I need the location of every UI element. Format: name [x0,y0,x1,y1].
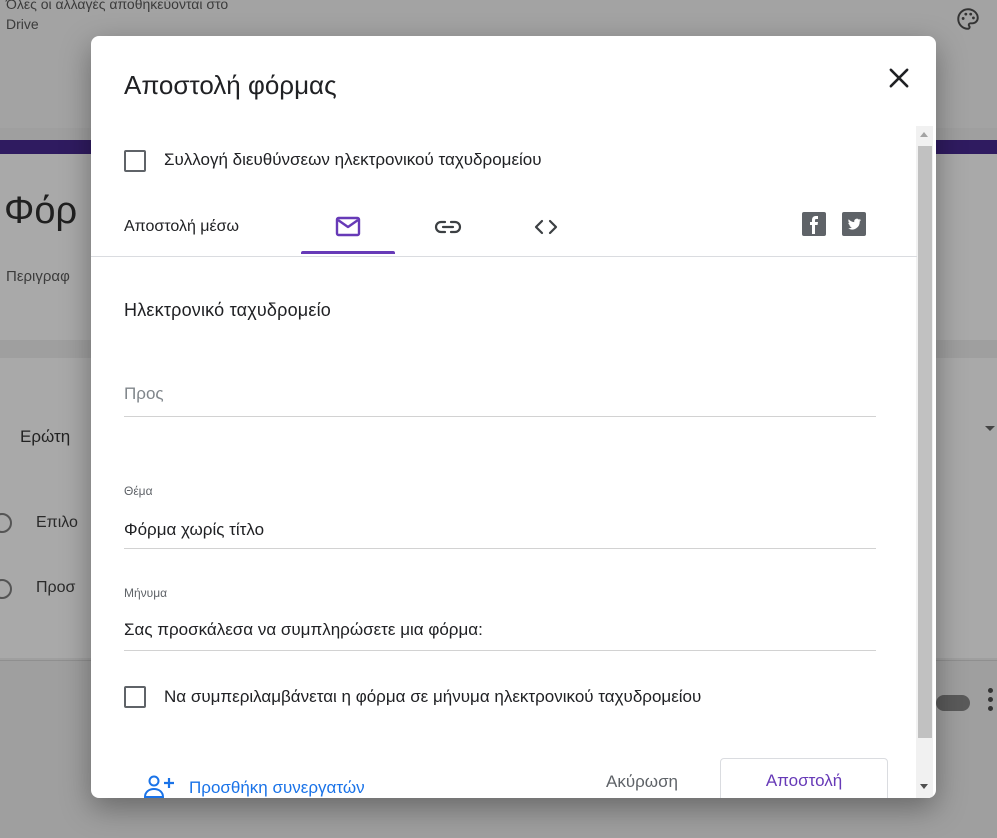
tab-embed[interactable] [511,202,581,256]
mail-icon [335,216,361,237]
send-form-dialog: Αποστολή φόρμας Συλλογή διευθύνσεων ηλεκ… [91,36,936,798]
question-type-dropdown-icon[interactable] [985,426,995,431]
send-via-label: Αποστολή μέσω [124,218,240,235]
tabs-divider [91,256,917,257]
cancel-button[interactable]: Ακύρωση [577,762,707,798]
subject-label: Θέμα [124,484,153,498]
link-icon [434,220,462,234]
code-icon [534,219,558,235]
twitter-icon[interactable] [842,212,866,236]
scroll-up-icon[interactable] [920,132,928,137]
selected-tab-indicator [301,251,395,254]
email-section-title: Ηλεκτρονικό ταχυδρομείο [124,300,332,320]
include-form-label: Να συμπεριλαμβάνεται η φόρμα σε μήνυμα η… [164,687,702,706]
message-label: Μήνυμα [124,586,168,600]
question-title[interactable]: Ερώτη [20,427,70,447]
close-icon[interactable] [885,64,913,92]
tab-email[interactable] [301,202,395,256]
to-input-underline [124,416,876,417]
option-1[interactable]: Επιλο [36,514,78,532]
send-button[interactable]: Αποστολή [720,758,888,798]
include-form-checkbox[interactable] [124,686,146,708]
saved-status: Όλες οι αλλαγές αποθηκεύονται στο Drive [6,0,229,32]
dialog-scrollbar[interactable] [916,126,933,798]
add-collaborators-label: Προσθήκη συνεργατών [189,778,365,797]
message-input-underline [124,650,876,651]
add-person-icon [143,775,174,798]
facebook-icon[interactable] [802,212,826,236]
scroll-thumb[interactable] [918,146,932,738]
subject-input[interactable]: Φόρμα χωρίς τίτλο [124,520,876,540]
option-2[interactable]: Προσ [36,579,75,597]
collect-emails-label: Συλλογή διευθύνσεων ηλεκτρονικού ταχυδρο… [164,150,542,169]
to-input[interactable]: Προς [124,384,876,404]
more-options-icon[interactable] [988,688,994,715]
tab-link[interactable] [413,202,483,256]
collect-emails-checkbox[interactable] [124,150,146,172]
form-title[interactable]: Φόρ [4,190,77,233]
scroll-down-icon[interactable] [920,784,928,789]
subject-input-underline [124,548,876,549]
message-input[interactable]: Σας προσκάλεσα να συμπληρώσετε μια φόρμα… [124,620,876,640]
required-toggle[interactable] [936,695,970,711]
form-description[interactable]: Περιγραφ [6,268,70,285]
palette-icon[interactable] [955,6,981,32]
dialog-title: Αποστολή φόρμας [124,70,337,100]
